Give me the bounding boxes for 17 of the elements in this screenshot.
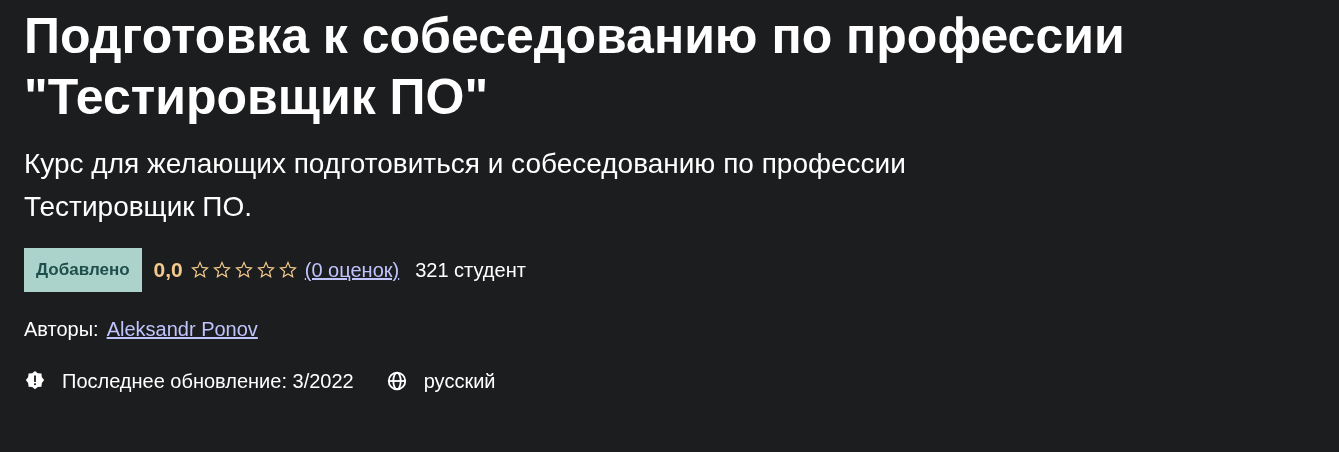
star-icon: [190, 260, 209, 279]
course-subtitle: Курс для желающих подготовиться и собеседованию по профессии Тестировщик ПО.: [24, 147, 907, 224]
language-text: русский: [423, 368, 496, 394]
globe-icon: [385, 369, 408, 392]
alert-icon: [24, 369, 46, 392]
star-icon: [278, 260, 297, 279]
student-count: 321 студент: [415, 257, 526, 283]
rating-value: 0,0: [153, 257, 183, 283]
star-icon: [256, 260, 275, 279]
author-link[interactable]: Aleksandr Ponov: [106, 313, 258, 344]
ratings-link[interactable]: (0 оценок): [304, 254, 400, 285]
course-title: Подготовка к собеседованию по профессии "Тестировщик ПО": [24, 7, 1126, 127]
status-label: Добавлено: [24, 248, 142, 292]
last-updated-text: Последнее обновление: 3/2022: [62, 368, 354, 394]
authors-label: Авторы:: [24, 316, 99, 342]
star-icon: [212, 260, 231, 279]
star-icon: [234, 260, 253, 279]
